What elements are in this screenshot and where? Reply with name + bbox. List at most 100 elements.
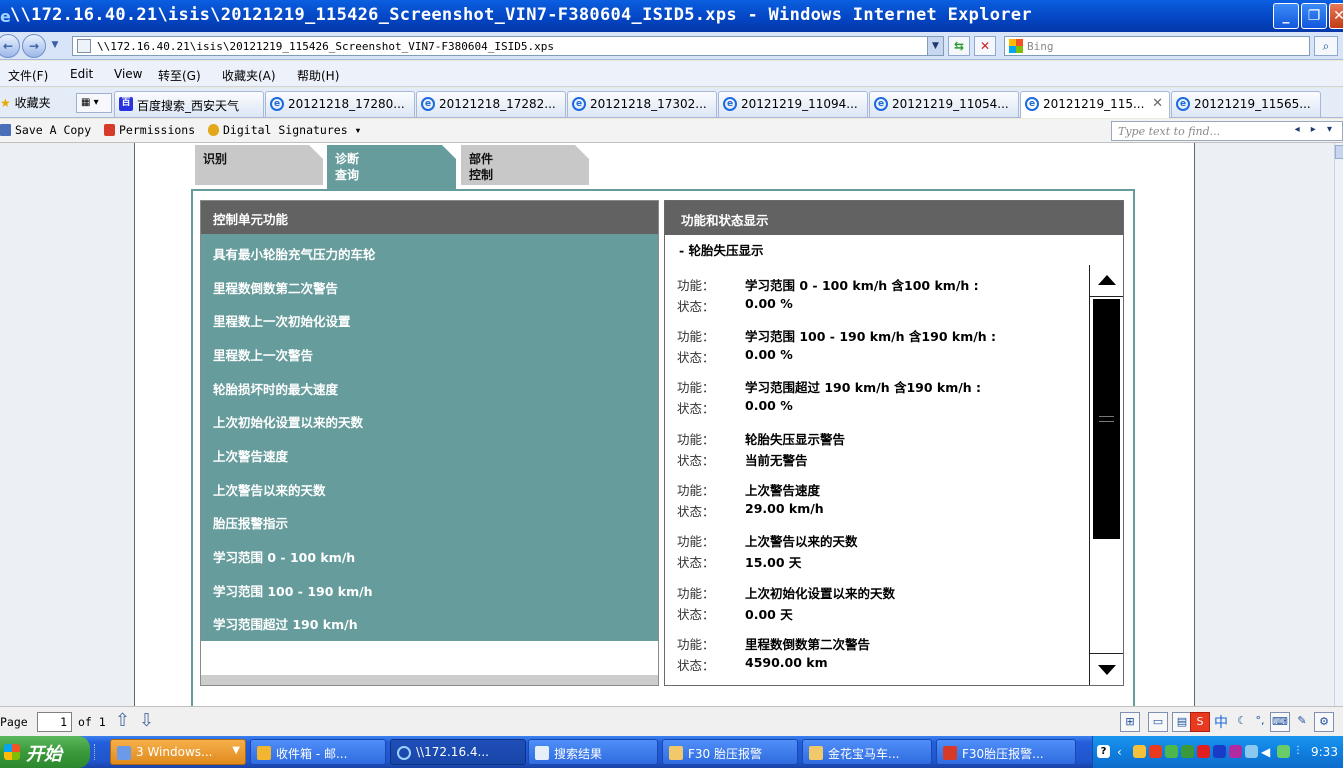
panel-subtitle: - 轮胎失压显示: [679, 243, 764, 258]
quick-tabs-button[interactable]: ▦ ▾: [76, 93, 112, 113]
start-button[interactable]: 开始: [0, 736, 90, 768]
status-label: 状态：: [677, 350, 715, 365]
list-item[interactable]: 学习范围超过 190 km/h: [213, 614, 358, 633]
find-arrows-icon[interactable]: ◂ ▸ ▾: [1295, 124, 1336, 135]
permissions-button[interactable]: Permissions: [104, 123, 195, 137]
address-dropdown-icon[interactable]: ▼: [927, 37, 943, 55]
bluetooth-icon[interactable]: [1213, 745, 1226, 758]
list-item[interactable]: 学习范围 0 - 100 km/h: [213, 547, 355, 566]
tab-2[interactable]: e 20121218_17280...: [265, 91, 415, 117]
folder-icon: [669, 746, 683, 760]
scroll-up-arrow[interactable]: [1335, 145, 1343, 159]
fit-width-icon[interactable]: ▭: [1148, 712, 1168, 732]
favorites-button[interactable]: ★ 收藏夹: [0, 94, 51, 111]
taskbar-item-windows-group[interactable]: 3 Windows... ▼: [110, 739, 246, 765]
previous-page-icon[interactable]: ⇧: [115, 710, 130, 731]
tab-label: 20121219_11565...: [1194, 97, 1311, 111]
list-item[interactable]: 胎压报警指示: [213, 513, 288, 532]
close-button[interactable]: ✕: [1329, 3, 1343, 29]
list-item[interactable]: 具有最小轮胎充气压力的车轮: [213, 244, 376, 263]
next-page-icon[interactable]: ⇩: [139, 710, 154, 731]
tab-diagnostic-query[interactable]: 诊断 查询: [327, 145, 456, 189]
scroll-thumb[interactable]: [1093, 299, 1120, 539]
history-dropdown-icon[interactable]: ▼: [48, 34, 62, 58]
taskbar-item-inbox[interactable]: 收件箱 - 邮...: [250, 739, 386, 765]
thumbnails-icon[interactable]: ▤: [1172, 712, 1192, 732]
menu-edit[interactable]: Edit: [70, 67, 93, 81]
menu-file[interactable]: 文件(F): [8, 67, 48, 84]
taskbar: 开始 3 Windows... ▼ 收件箱 - 邮... \\172.16.4.…: [0, 736, 1343, 768]
chevron-down-icon: ▼: [232, 745, 240, 756]
taskbar-item-search-results[interactable]: 搜索结果: [528, 739, 658, 765]
menu-view[interactable]: View: [114, 67, 142, 81]
fit-page-icon[interactable]: ⊞: [1120, 712, 1140, 732]
tray-sync-icon[interactable]: [1181, 745, 1194, 758]
ime-indicator[interactable]: 中: [1214, 712, 1228, 732]
back-button[interactable]: ←: [0, 34, 20, 58]
refresh-button[interactable]: ⇆: [948, 36, 970, 56]
ime-s-icon[interactable]: S: [1190, 712, 1210, 732]
tab-active[interactable]: e 20121219_115... ✕: [1020, 91, 1170, 118]
digital-signatures-button[interactable]: Digital Signatures ▾: [208, 123, 361, 137]
settings-icon[interactable]: ⚙: [1314, 712, 1334, 732]
menu-favorites[interactable]: 收藏夹(A): [222, 67, 276, 84]
find-input[interactable]: Type text to find... ◂ ▸ ▾: [1111, 121, 1343, 141]
maximize-button[interactable]: ❐: [1301, 3, 1327, 29]
list-item[interactable]: 上次警告速度: [213, 446, 288, 465]
tab-4[interactable]: e 20121218_17302...: [567, 91, 717, 117]
list-item[interactable]: 学习范围 100 - 190 km/h: [213, 581, 373, 600]
tray-monitor-icon[interactable]: [1245, 745, 1258, 758]
list-item[interactable]: 里程数倒数第二次警告: [213, 278, 338, 297]
list-item[interactable]: 上次初始化设置以来的天数: [213, 412, 363, 431]
volume-icon[interactable]: ◀: [1261, 745, 1274, 759]
menu-goto[interactable]: 转至(G): [158, 67, 201, 84]
permissions-icon: [104, 124, 115, 136]
taskbar-item-ie[interactable]: \\172.16.4...: [390, 739, 526, 765]
tab-5[interactable]: e 20121219_11094...: [718, 91, 868, 117]
clock[interactable]: 9:33: [1311, 745, 1338, 759]
moon-icon[interactable]: ☾: [1232, 712, 1252, 732]
search-box[interactable]: Bing: [1004, 36, 1310, 56]
save-copy-button[interactable]: Save A Copy: [0, 123, 91, 137]
tab-8[interactable]: e 20121219_11565...: [1171, 91, 1321, 117]
taskbar-item-f30-pdf[interactable]: F30胎压报警...: [936, 739, 1076, 765]
minimize-button[interactable]: _: [1273, 3, 1299, 29]
scroll-down-button[interactable]: [1090, 653, 1123, 685]
tab-3[interactable]: e 20121218_17282...: [416, 91, 566, 117]
tray-app-icon[interactable]: [1133, 745, 1146, 758]
page-number-input[interactable]: 1: [37, 712, 72, 732]
menu-help[interactable]: 帮助(H): [297, 67, 339, 84]
tab-6[interactable]: e 20121219_11054...: [869, 91, 1019, 117]
task-label: 收件箱 - 邮...: [276, 747, 348, 761]
tools-icon[interactable]: ✎: [1292, 712, 1312, 732]
tray-network-icon[interactable]: [1165, 745, 1178, 758]
tray-x-icon[interactable]: [1197, 745, 1210, 758]
list-item[interactable]: 上次警告以来的天数: [213, 480, 326, 499]
scroll-up-button[interactable]: [1090, 265, 1123, 297]
window-title: \\172.16.40.21\isis\20121219_115426_Scre…: [10, 5, 1032, 25]
star-icon: ★: [0, 96, 11, 110]
viewport-scrollbar[interactable]: [1334, 143, 1343, 706]
punctuation-icon[interactable]: °,: [1250, 712, 1270, 732]
list-item[interactable]: 轮胎损坏时的最大速度: [213, 379, 338, 398]
keyboard-icon[interactable]: ⌨: [1270, 712, 1290, 732]
tray-media-icon[interactable]: [1229, 745, 1242, 758]
list-item[interactable]: 里程数上一次警告: [213, 345, 313, 364]
taskbar-item-bmw-folder[interactable]: 金花宝马车...: [802, 739, 932, 765]
tray-security-icon[interactable]: [1277, 745, 1290, 758]
close-tab-icon[interactable]: ✕: [1152, 96, 1163, 111]
stop-button[interactable]: ✕: [974, 36, 996, 56]
tab-identify[interactable]: 识别: [195, 145, 323, 185]
help-icon[interactable]: ?: [1097, 745, 1110, 758]
forward-button[interactable]: →: [22, 34, 46, 58]
taskbar-item-f30-folder[interactable]: F30 胎压报警: [662, 739, 798, 765]
address-bar[interactable]: \\172.16.40.21\isis\20121219_115426_Scre…: [72, 36, 944, 56]
tab-baidu[interactable]: 百 百度搜索_西安天气: [114, 91, 264, 117]
tray-o-icon[interactable]: [1149, 745, 1162, 758]
list-item[interactable]: 里程数上一次初始化设置: [213, 311, 351, 330]
status-scrollbar[interactable]: [1089, 265, 1123, 685]
tray-arrow-icon[interactable]: ‹: [1117, 745, 1130, 759]
tab-component-control[interactable]: 部件 控制: [461, 145, 589, 185]
search-icon[interactable]: ⌕: [1314, 36, 1338, 56]
arrow-down-icon: [1098, 665, 1116, 675]
